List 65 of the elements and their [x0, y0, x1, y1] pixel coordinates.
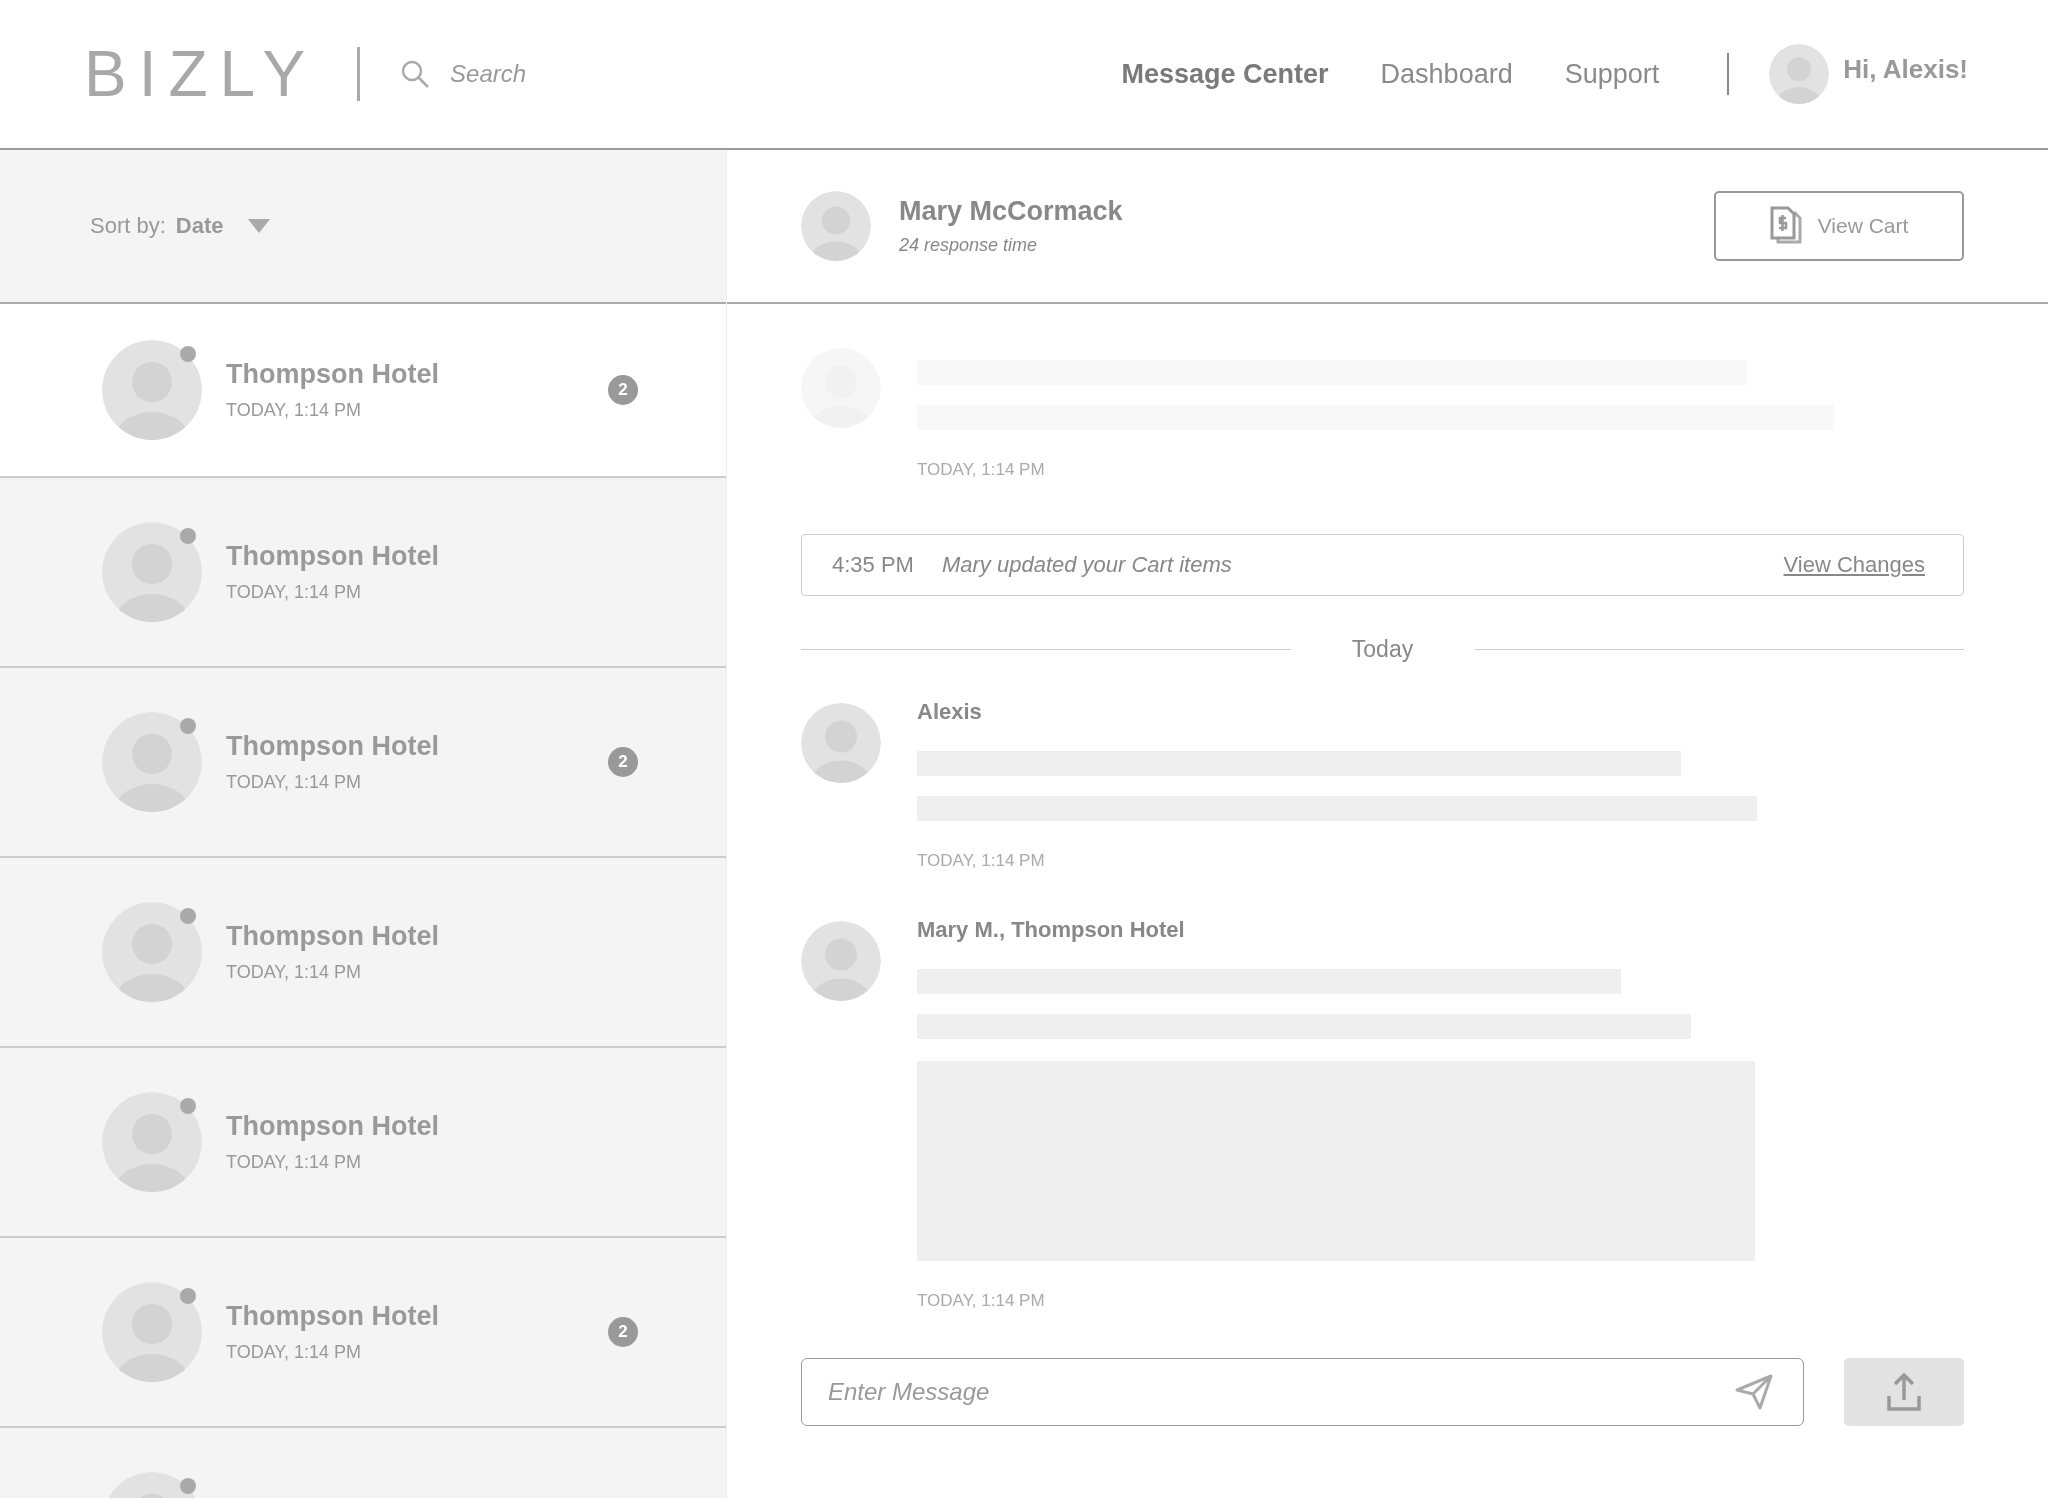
- status-dot: [180, 346, 196, 362]
- conversation-time: TODAY, 1:14 PM: [226, 400, 363, 421]
- message-time: TODAY, 1:14 PM: [917, 851, 1046, 871]
- conversation-name: Thompson Hotel: [226, 359, 440, 390]
- user-greeting[interactable]: Hi, Alexis!: [1843, 53, 1968, 85]
- message-input[interactable]: Enter Message: [801, 1358, 1804, 1426]
- unread-badge: 2: [608, 1317, 638, 1347]
- response-time: 24 response time: [899, 235, 1039, 256]
- search-field[interactable]: Search: [448, 59, 653, 89]
- upload-button[interactable]: [1844, 1358, 1964, 1426]
- status-dot: [180, 1288, 196, 1304]
- conversation-name: Thompson Hotel: [226, 731, 440, 762]
- invoice-icon: [1769, 206, 1804, 246]
- date-divider-label: Today: [1350, 636, 1415, 663]
- conversation-item[interactable]: Thompson Hotel TODAY, 1:14 PM 2: [0, 668, 726, 858]
- conversation-item[interactable]: Thompson Hotel TODAY, 1:14 PM: [0, 478, 726, 668]
- status-dot: [180, 528, 196, 544]
- avatar-icon: [102, 340, 202, 440]
- avatar-icon: [102, 1092, 202, 1192]
- conversation-name: Thompson Hotel: [226, 1301, 440, 1332]
- status-dot: [180, 1098, 196, 1114]
- conversation-item[interactable]: Thompson Hotel TODAY, 1:14 PM 2: [0, 1238, 726, 1428]
- conversation-name: Thompson Hotel: [226, 1111, 440, 1142]
- conversation-time: TODAY, 1:14 PM: [226, 1342, 363, 1363]
- notice-time: 4:35 PM: [832, 552, 914, 578]
- conversation-time: TODAY, 1:14 PM: [226, 962, 363, 983]
- status-dot: [180, 718, 196, 734]
- contact-name: Mary McCormack: [899, 196, 1123, 227]
- upload-icon: [1886, 1372, 1922, 1412]
- view-changes-link[interactable]: View Changes: [1783, 552, 1925, 578]
- search-icon: [400, 59, 431, 89]
- status-dot: [180, 908, 196, 924]
- message-time: TODAY, 1:14 PM: [917, 1291, 1046, 1311]
- sort-label: Sort by:: [90, 213, 166, 239]
- conversation-time: TODAY, 1:14 PM: [226, 1152, 363, 1173]
- send-icon[interactable]: [1734, 1372, 1774, 1412]
- avatar-icon: [102, 712, 202, 812]
- notice-text: Mary updated your Cart items: [941, 552, 1232, 578]
- nav-link[interactable]: Dashboard: [1380, 58, 1513, 90]
- conversation-item[interactable]: Thompson Hotel TODAY, 1:14 PM: [0, 858, 726, 1048]
- status-dot: [180, 1478, 196, 1494]
- nav-link[interactable]: Support: [1564, 58, 1660, 90]
- conversation-time: TODAY, 1:14 PM: [226, 582, 363, 603]
- conversation-item[interactable]: Thompson Hotel TODAY, 1:14 PM 2: [0, 304, 726, 478]
- avatar-icon: [801, 191, 871, 261]
- conversation-item[interactable]: Thompson Hotel TODAY, 1:14 PM: [0, 1048, 726, 1238]
- caret-icon: [247, 219, 270, 233]
- unread-badge: 2: [608, 375, 638, 405]
- view-cart-button[interactable]: View Cart: [1714, 191, 1964, 261]
- avatar-icon: [102, 522, 202, 622]
- avatar-icon: [801, 921, 881, 1001]
- sort-dropdown[interactable]: Date: [175, 213, 270, 239]
- conversation-name: Thompson Hotel: [226, 541, 440, 572]
- avatar-icon: [1769, 44, 1830, 104]
- unread-badge: 2: [608, 747, 638, 777]
- message-author: Alexis: [917, 699, 983, 726]
- avatar-icon: [102, 1282, 202, 1382]
- conversation-name: Thompson Hotel: [226, 921, 440, 952]
- conversation-time: TODAY, 1:14 PM: [226, 772, 363, 793]
- avatar-icon: [801, 703, 881, 783]
- message-author: Mary M., Thompson Hotel: [917, 917, 1186, 944]
- message-time: TODAY, 1:14 PM: [917, 460, 1046, 480]
- nav-link[interactable]: Message Center: [1121, 58, 1329, 90]
- logo[interactable]: BIZLY: [84, 37, 318, 111]
- avatar-icon: [102, 902, 202, 1002]
